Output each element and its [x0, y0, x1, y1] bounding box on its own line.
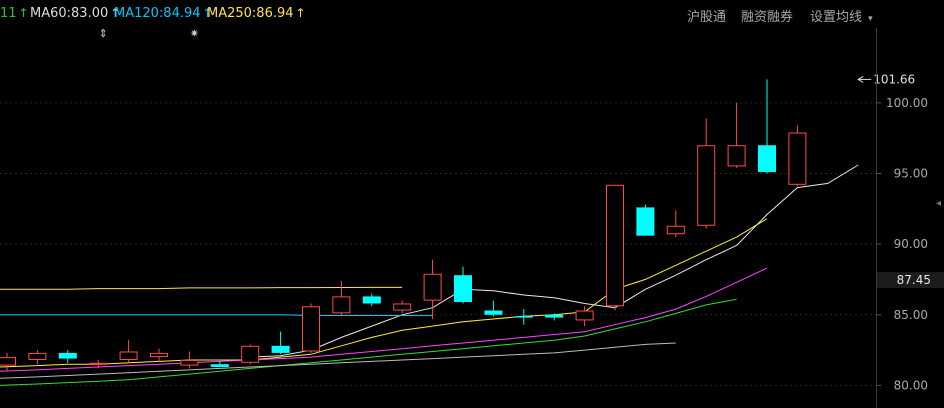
- candle-body: [788, 132, 807, 185]
- candle-body: [362, 296, 381, 304]
- ma-line-ma10: [0, 218, 768, 368]
- candle-body: [727, 145, 746, 167]
- candle-body: [150, 352, 168, 358]
- candle-body: [28, 352, 47, 360]
- ma-line-ma5: [250, 164, 859, 358]
- drag-handle-icon[interactable]: ◂: [936, 198, 944, 212]
- candle-body: [58, 352, 77, 359]
- axis-divider: [876, 28, 877, 408]
- candle-body: [0, 357, 16, 366]
- candle-body: [758, 145, 776, 173]
- y-tick-label: 85.00: [894, 308, 928, 322]
- candle-body: [636, 207, 655, 236]
- candle-body: [423, 273, 442, 301]
- current-price-label: 87.45: [897, 273, 931, 287]
- candle-body: [119, 351, 138, 360]
- ma-line-ma30: [0, 298, 737, 386]
- candle-body: [697, 145, 716, 226]
- y-tick-label: 95.00: [894, 167, 928, 181]
- candle-body: [332, 296, 351, 314]
- candle-body: [606, 184, 624, 307]
- candle-body: [545, 314, 564, 318]
- candle-body: [180, 359, 199, 366]
- candle-body: [484, 310, 503, 315]
- candle-body: [89, 362, 108, 365]
- candle-body: [271, 345, 290, 353]
- candlestick-chart[interactable]: 100.00 95.00 90.00 85.00 80.00 101.66 ⇕ ✷ 87.45: [0, 0, 944, 408]
- candle-body: [210, 364, 229, 368]
- y-tick-label: 90.00: [894, 237, 928, 251]
- candle-body: [514, 316, 533, 318]
- event-marker-icon: ⇕: [99, 27, 108, 40]
- candle-body: [575, 310, 594, 321]
- candle-body: [241, 345, 260, 363]
- ma-line-ma120: [0, 314, 433, 317]
- max-annotation-label: 101.66: [873, 72, 915, 86]
- candle-body: [393, 303, 412, 311]
- event-marker-icon: ✷: [190, 27, 199, 40]
- candle-body: [302, 306, 320, 352]
- candle-body: [454, 275, 472, 303]
- candle-body: [666, 225, 685, 235]
- y-tick-label: 100.00: [886, 96, 928, 110]
- y-tick-label: 80.00: [894, 378, 928, 392]
